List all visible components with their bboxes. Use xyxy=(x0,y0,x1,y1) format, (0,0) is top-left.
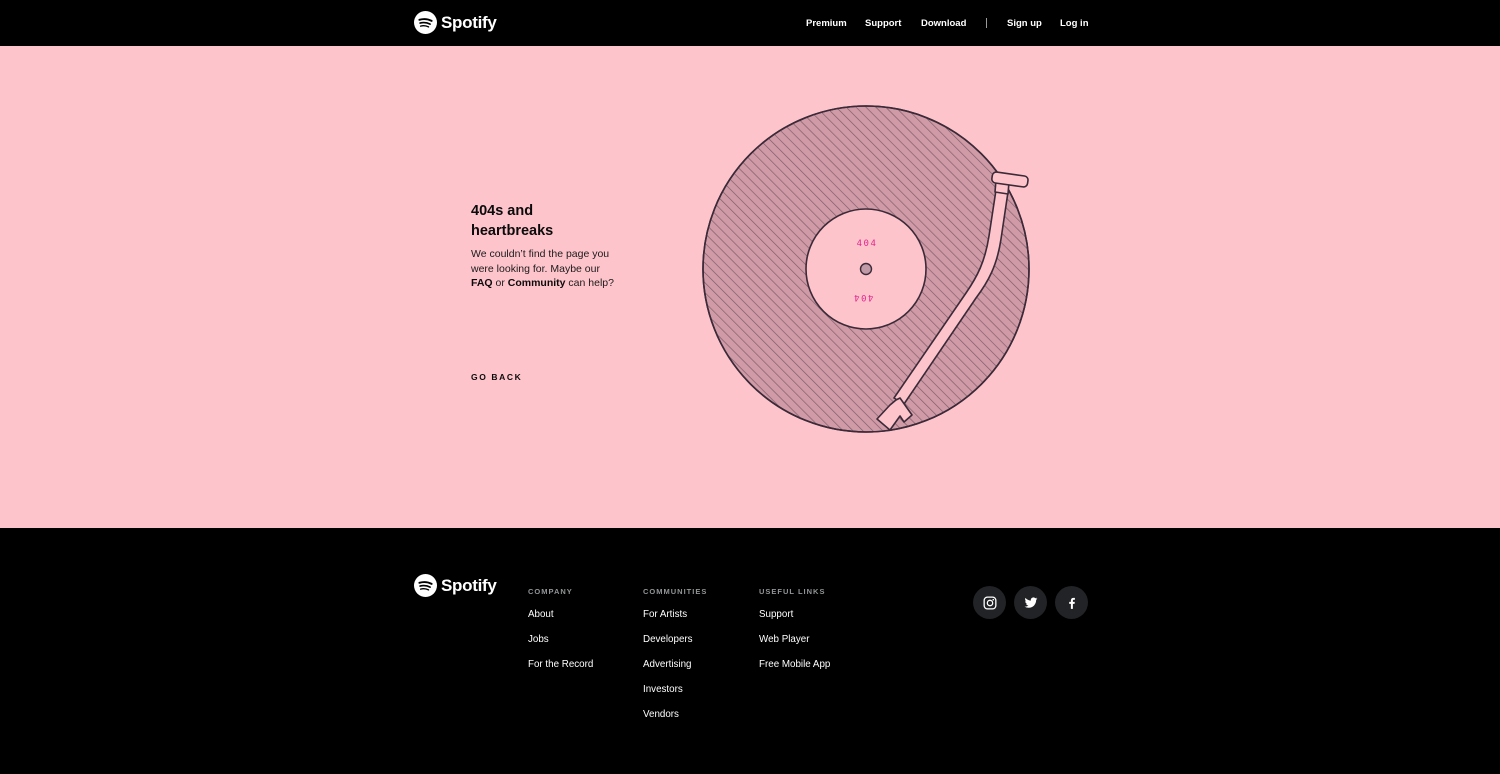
page-footer: Spotify COMPANY About Jobs For the Recor… xyxy=(0,528,1500,774)
error-description-end: can help? xyxy=(565,277,614,290)
spotify-logo[interactable]: Spotify xyxy=(414,11,497,34)
instagram-button[interactable] xyxy=(973,586,1006,619)
record-label-text-top: 404 xyxy=(857,239,878,249)
error-description: We couldn’t find the page you were looki… xyxy=(471,247,621,291)
nav-login[interactable]: Log in xyxy=(1060,18,1089,29)
column-title: COMMUNITIES xyxy=(643,587,708,596)
footer-link-web-player[interactable]: Web Player xyxy=(759,634,809,645)
vinyl-record-illustration: 404 404 xyxy=(702,105,1030,433)
footer-link-investors[interactable]: Investors xyxy=(643,684,683,695)
nav-signup[interactable]: Sign up xyxy=(1007,18,1042,29)
go-back-button[interactable]: GO BACK xyxy=(471,372,522,382)
footer-column-communities: COMMUNITIES For Artists Developers Adver… xyxy=(643,587,707,733)
nav-premium[interactable]: Premium xyxy=(806,18,847,29)
record-label-text-bottom: 404 xyxy=(853,292,874,302)
footer-column-useful-links: USEFUL LINKS Support Web Player Free Mob… xyxy=(759,587,830,684)
footer-link-vendors[interactable]: Vendors xyxy=(643,709,679,720)
spotify-icon xyxy=(414,11,437,34)
error-description-start: We couldn’t find the page you were looki… xyxy=(471,248,610,275)
footer-brand-name: Spotify xyxy=(441,575,497,595)
column-title: COMPANY xyxy=(528,587,573,596)
footer-link-support[interactable]: Support xyxy=(759,609,793,620)
nav-divider xyxy=(986,18,987,28)
footer-link-free-mobile-app[interactable]: Free Mobile App xyxy=(759,659,830,670)
community-link[interactable]: Community xyxy=(508,277,566,289)
record-spindle xyxy=(859,262,873,276)
top-navbar: Spotify Premium Support Download Sign up… xyxy=(0,0,1500,46)
page-title: 404s and heartbreaks xyxy=(471,203,554,239)
facebook-icon xyxy=(1068,597,1075,609)
footer-link-for-the-record[interactable]: For the Record xyxy=(528,659,593,670)
footer-link-advertising[interactable]: Advertising xyxy=(643,659,691,670)
nav-support[interactable]: Support xyxy=(865,18,901,29)
nav-download[interactable]: Download xyxy=(921,18,966,29)
twitter-icon xyxy=(1024,596,1037,608)
error-description-mid: or xyxy=(492,277,508,290)
footer-spotify-logo[interactable]: Spotify xyxy=(414,574,497,597)
faq-link[interactable]: FAQ xyxy=(471,277,493,289)
footer-link-developers[interactable]: Developers xyxy=(643,634,693,645)
twitter-button[interactable] xyxy=(1014,586,1047,619)
error-hero: 404s and heartbreaks We couldn’t find th… xyxy=(0,46,1500,528)
footer-link-jobs[interactable]: Jobs xyxy=(528,634,549,645)
footer-link-about[interactable]: About xyxy=(528,609,554,620)
brand-name: Spotify xyxy=(441,12,497,32)
footer-link-for-artists[interactable]: For Artists xyxy=(643,609,687,620)
column-title: USEFUL LINKS xyxy=(759,587,826,596)
footer-column-company: COMPANY About Jobs For the Record xyxy=(528,587,593,684)
error-message: 404s and heartbreaks We couldn’t find th… xyxy=(471,201,621,382)
facebook-button[interactable] xyxy=(1055,586,1088,619)
instagram-icon xyxy=(983,596,996,609)
spotify-icon xyxy=(414,574,437,597)
